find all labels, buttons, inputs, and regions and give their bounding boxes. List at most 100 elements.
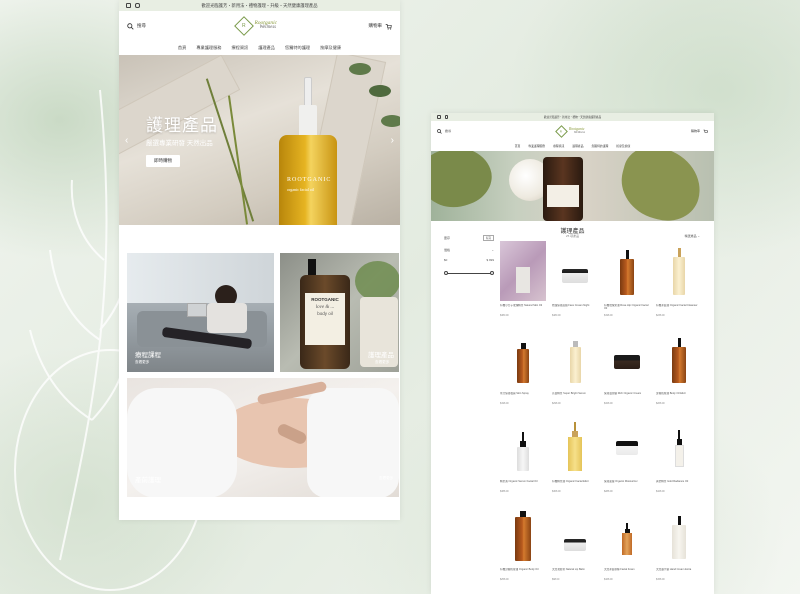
product-price: $288.00 bbox=[604, 490, 613, 493]
product-image bbox=[552, 505, 598, 565]
product-price: $480.00 bbox=[552, 314, 561, 317]
tile-products[interactable]: ROOTGANIC love & ... body oil 護理產品 查看更多 bbox=[280, 253, 399, 372]
collection-banner bbox=[431, 151, 714, 221]
announcement-bar: 歡迎光臨護芳・新用法・禮物護理・升級・天然健康護理產品 bbox=[119, 0, 400, 11]
chevron-down-icon[interactable]: ⌄ bbox=[491, 248, 494, 252]
product-card[interactable]: 精華素 Organic Serum Facial Oil $388.00 bbox=[500, 417, 546, 493]
tile-products-bottle-brand: ROOTGANIC bbox=[311, 297, 339, 302]
collection-page: 歡迎光臨護芳・新用法・禮物・天然健康護理產品 搜尋 R Rootganic We… bbox=[431, 113, 714, 594]
product-card[interactable]: 有機玫瑰果油 Rose Hip Organic Facial Oil $198.… bbox=[604, 241, 650, 317]
logo[interactable]: R Rootganic Wellness bbox=[555, 124, 586, 138]
product-name: 黃金精華 Gold Radiance Oil bbox=[656, 480, 689, 483]
hero-next-arrow-icon[interactable]: › bbox=[391, 135, 394, 146]
product-card[interactable]: 水分保濕噴霧 Skin Spray $198.00 bbox=[500, 329, 546, 405]
product-image bbox=[656, 241, 702, 301]
product-card[interactable]: 保濕滋潤霜 Rich Organic Cream $328.00 bbox=[604, 329, 650, 405]
tile-courses-title: 療程課程 bbox=[135, 352, 161, 359]
product-name: 有機潔面油 Organic Facial Cleanser bbox=[656, 304, 698, 307]
main-nav: 首頁 專業護理服務 療程資訊 護理產品 您獨特的護理 按摩及健康 bbox=[119, 41, 400, 55]
product-name: 天然護手霜 Hand Cream Extra bbox=[656, 568, 692, 571]
nav-item-massage[interactable]: 按摩及健康 bbox=[616, 144, 630, 148]
product-name: 有機精華油 Organic Facial Elixir bbox=[552, 480, 589, 483]
product-card[interactable]: 有機精華油 Organic Facial Elixir $308.00 bbox=[552, 417, 598, 493]
nav-item-massage[interactable]: 按摩及健康 bbox=[320, 45, 341, 51]
logo-line2: Wellness bbox=[573, 130, 586, 135]
hero-shop-button[interactable]: 即時購物 bbox=[146, 155, 180, 167]
product-image bbox=[656, 505, 702, 565]
hero-banner: ROOTGANIC organic facial oil 護理產品 嚴選專業研發… bbox=[119, 55, 400, 225]
product-image bbox=[604, 417, 650, 477]
product-card[interactable]: 亮白精華 Super Bright Serum $298.00 bbox=[552, 329, 598, 405]
product-name: 保濕滋潤霜 Rich Organic Cream bbox=[604, 392, 642, 395]
filter-price-label: 價格 bbox=[444, 248, 451, 252]
range-max-handle[interactable] bbox=[490, 271, 494, 275]
product-image bbox=[552, 417, 598, 477]
product-price: $198.00 bbox=[604, 314, 613, 317]
logo-mark-icon: R bbox=[555, 124, 568, 138]
product-name: 修護保濕面霜 Face Cream Night bbox=[552, 304, 590, 307]
product-name: 天然潔面慕絲 Facial Foam bbox=[604, 568, 635, 571]
product-card[interactable]: 黃金精華 Gold Radiance Oil $428.00 bbox=[656, 417, 702, 493]
sort-dropdown[interactable]: 精選產品 ⌄ bbox=[685, 234, 700, 238]
search-icon bbox=[437, 128, 442, 134]
search-icon bbox=[127, 22, 134, 30]
cart-button[interactable]: 購物車 bbox=[691, 129, 708, 134]
nav-item-custom-care[interactable]: 您獨特的護理 bbox=[285, 45, 310, 51]
search-label: 搜尋 bbox=[445, 129, 452, 133]
product-card[interactable]: 天然潔面慕絲 Facial Foam $168.00 bbox=[604, 505, 650, 581]
banner-bottle-image bbox=[543, 157, 583, 221]
price-min[interactable]: $0 bbox=[444, 258, 447, 262]
product-price: $308.00 bbox=[552, 490, 561, 493]
hero-prev-arrow-icon[interactable]: ‹ bbox=[125, 135, 128, 146]
nav-item-products[interactable]: 護理產品 bbox=[572, 144, 583, 148]
filter-stock-chip[interactable]: 有貨 bbox=[482, 235, 494, 241]
product-image bbox=[552, 241, 598, 301]
nav-item-products[interactable]: 護理產品 bbox=[258, 45, 275, 51]
logo[interactable]: R Rootganic Wellness bbox=[234, 16, 277, 36]
product-card[interactable]: 天然護手霜 Hand Cream Extra $158.00 bbox=[656, 505, 702, 581]
product-card[interactable]: 修護保濕面霜 Face Cream Night $480.00 bbox=[552, 241, 598, 317]
product-card[interactable]: 身體按摩油 Body Oil Elixir $268.00 bbox=[656, 329, 702, 405]
product-image bbox=[552, 329, 598, 389]
nav-item-services[interactable]: 專業護理服務 bbox=[528, 144, 545, 148]
product-price: $198.00 bbox=[500, 402, 509, 405]
announcement-text: 歡迎光臨護芳・新用法・禮物護理・升級・天然健康護理產品 bbox=[201, 2, 318, 8]
tile-courses-more: 查看更多 bbox=[135, 360, 150, 364]
product-image bbox=[500, 241, 546, 301]
search-button[interactable]: 搜尋 bbox=[437, 128, 452, 134]
nav-item-home[interactable]: 首頁 bbox=[515, 144, 521, 148]
tile-courses[interactable]: 療程課程 查看更多 bbox=[127, 253, 274, 372]
hero-subtitle: 嚴選專業研發 天然出品 bbox=[146, 140, 213, 147]
product-card[interactable]: 有機小分子玫瑰精華 Natural Skin Oil $380.00 bbox=[500, 241, 546, 317]
product-name: 身體按摩油 Body Oil Elixir bbox=[656, 392, 686, 395]
product-card[interactable]: 有機身體按摩油 Organic Body Oil $258.00 bbox=[500, 505, 546, 581]
product-card[interactable]: 有機潔面油 Organic Facial Cleanser $238.00 bbox=[656, 241, 702, 317]
hero-bottle-sub: organic facial oil bbox=[287, 187, 315, 192]
range-min-handle[interactable] bbox=[444, 271, 448, 275]
header: 搜尋 R Rootganic Wellness 購物車 bbox=[119, 11, 400, 41]
tile-prenatal[interactable]: 產前護理 查看更多 bbox=[127, 378, 399, 497]
product-image bbox=[500, 329, 546, 389]
nav-item-home[interactable]: 首頁 bbox=[178, 45, 186, 51]
product-image bbox=[656, 329, 702, 389]
product-name: 保濕面霜 Organic Moisturizer bbox=[604, 480, 638, 483]
search-label: 搜尋 bbox=[137, 23, 146, 28]
announcement-text: 歡迎光臨護芳・新用法・禮物・天然健康護理產品 bbox=[543, 116, 602, 119]
cart-button[interactable]: 購物車 bbox=[368, 23, 392, 30]
nav-item-custom-care[interactable]: 您獨特的護理 bbox=[592, 144, 609, 148]
nav-item-treatments[interactable]: 療程資訊 bbox=[231, 45, 248, 51]
price-max[interactable]: $ 999 bbox=[486, 258, 494, 262]
product-card[interactable]: 保濕面霜 Organic Moisturizer $288.00 bbox=[604, 417, 650, 493]
product-price: $298.00 bbox=[552, 402, 561, 405]
price-range-slider[interactable] bbox=[444, 270, 494, 276]
product-name: 天然潤唇膏 Natural Lip Balm bbox=[552, 568, 585, 571]
cart-label: 購物車 bbox=[690, 129, 700, 133]
filter-stock-label: 庫存 bbox=[444, 236, 451, 240]
product-price: $238.00 bbox=[656, 314, 665, 317]
cart-label: 購物車 bbox=[368, 23, 382, 28]
product-image bbox=[500, 417, 546, 477]
product-card[interactable]: 天然潤唇膏 Natural Lip Balm $98.00 bbox=[552, 505, 598, 581]
search-button[interactable]: 搜尋 bbox=[127, 22, 146, 30]
nav-item-services[interactable]: 專業護理服務 bbox=[196, 45, 221, 51]
nav-item-treatments[interactable]: 療程資訊 bbox=[553, 144, 564, 148]
